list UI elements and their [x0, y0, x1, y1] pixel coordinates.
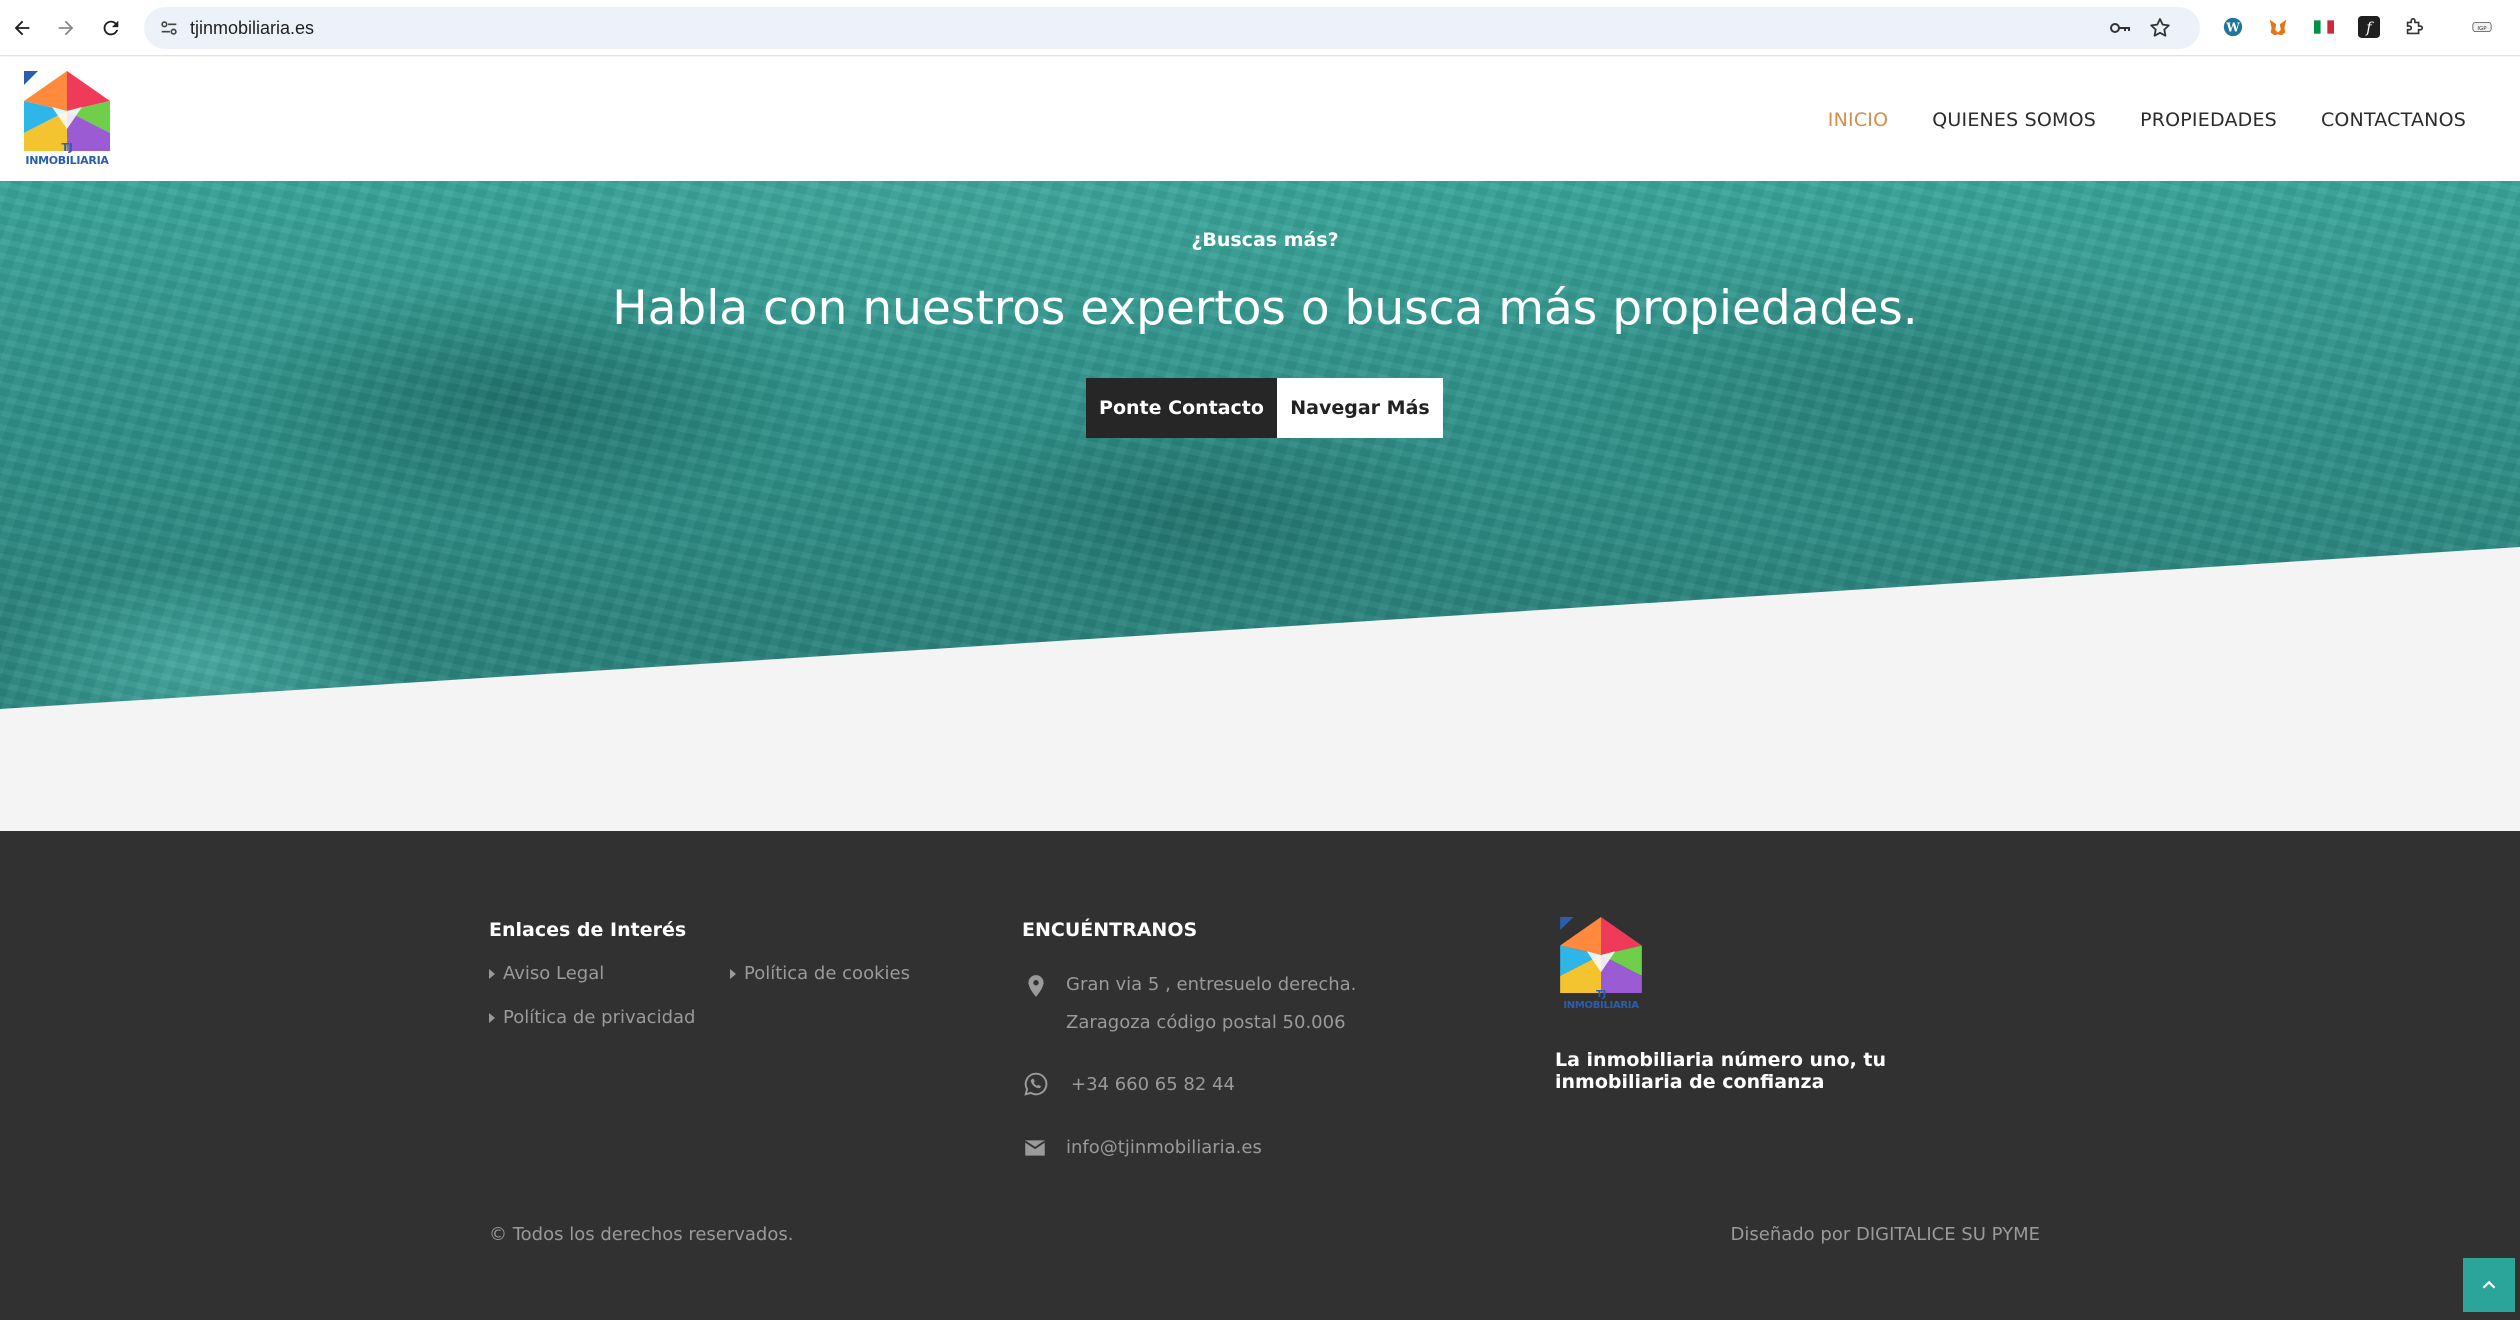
nav-contactanos[interactable]: CONTACTANOS [2321, 109, 2466, 131]
browser-toolbar: tjinmobiliaria.es W f IGP [0, 0, 2520, 56]
map-pin-icon [1028, 975, 1044, 997]
footer-tagline: La inmobiliaria número uno, tu inmobilia… [1555, 1049, 1887, 1093]
logo-text: TJ INMOBILIARIA [25, 141, 109, 167]
extensions-puzzle-icon[interactable] [2401, 14, 2427, 40]
link-label: Política de cookies [744, 963, 910, 984]
links-heading: Enlaces de Interés [489, 919, 687, 941]
hero-texture [0, 181, 2520, 709]
main-navigation: INICIO QUIENES SOMOS PROPIEDADES CONTACT… [1828, 109, 2466, 131]
forward-arrow-icon[interactable] [50, 12, 82, 44]
caret-right-icon [489, 968, 495, 979]
profile-avatar-icon[interactable]: IGP [2469, 14, 2495, 40]
metamask-extension-icon[interactable] [2265, 14, 2291, 40]
link-label: Política de privacidad [503, 1007, 696, 1028]
address-line-2: Zaragoza código postal 50.006 [1066, 1012, 1346, 1033]
designer-credit[interactable]: Diseñado por DIGITALICE SU PYME [1731, 1224, 2041, 1245]
phone-number[interactable]: +34 660 65 82 44 [1071, 1066, 1235, 1104]
link-politica-privacidad[interactable]: Política de privacidad [489, 1007, 695, 1028]
hero-section: ¿Buscas más? Habla con nuestros expertos… [0, 181, 2520, 831]
back-to-top-button[interactable] [2463, 1258, 2515, 1312]
link-label: Aviso Legal [503, 963, 605, 984]
hero-buttons: Ponte Contacto Navegar Más [1086, 378, 1443, 438]
nav-propiedades[interactable]: PROPIEDADES [2140, 109, 2277, 131]
nav-quienes-somos[interactable]: QUIENES SOMOS [1932, 109, 2096, 131]
chevron-up-icon [2482, 1280, 2496, 1289]
italy-flag-extension-icon[interactable] [2311, 14, 2337, 40]
password-key-icon[interactable] [2108, 16, 2132, 40]
nav-inicio[interactable]: INICIO [1828, 109, 1888, 131]
contact-heading: ENCUÉNTRANOS [1022, 919, 1198, 941]
back-arrow-icon[interactable] [6, 12, 38, 44]
envelope-icon [1024, 1140, 1046, 1156]
house-logo-icon [24, 71, 110, 151]
link-politica-cookies[interactable]: Política de cookies [730, 963, 910, 984]
house-logo-icon [1560, 917, 1642, 993]
caret-right-icon [489, 1012, 495, 1023]
reload-icon[interactable] [95, 12, 127, 44]
wordpress-extension-icon[interactable]: W [2220, 14, 2246, 40]
svg-text:W: W [2225, 21, 2240, 35]
address-bar[interactable]: tjinmobiliaria.es [144, 7, 2200, 49]
fontface-extension-icon[interactable]: f [2356, 14, 2382, 40]
site-settings-icon[interactable] [158, 17, 180, 39]
caret-right-icon [730, 968, 736, 979]
contact-button[interactable]: Ponte Contacto [1086, 378, 1277, 438]
site-header: TJ INMOBILIARIA INICIO QUIENES SOMOS PRO… [0, 57, 2520, 181]
site-logo[interactable]: TJ INMOBILIARIA [24, 71, 110, 167]
whatsapp-icon [1024, 1072, 1048, 1096]
bookmark-star-icon[interactable] [2148, 16, 2172, 40]
address-line-1: Gran via 5 , entresuelo derecha. [1066, 974, 1357, 995]
hero-title: Habla con nuestros expertos o busca más … [612, 281, 1918, 336]
link-aviso-legal[interactable]: Aviso Legal [489, 963, 604, 984]
footer-logo-text: TJ INMOBILIARIA [1563, 989, 1639, 1011]
hero-eyebrow: ¿Buscas más? [1191, 229, 1339, 251]
footer-logo: TJ INMOBILIARIA [1560, 917, 1642, 1011]
site-footer: Enlaces de Interés Aviso Legal Política … [0, 831, 2520, 1320]
browse-more-button[interactable]: Navegar Más [1277, 378, 1443, 438]
email-address[interactable]: info@tjinmobiliaria.es [1066, 1129, 1262, 1167]
copyright-text: © Todos los derechos reservados. [489, 1224, 794, 1245]
url-text[interactable]: tjinmobiliaria.es [190, 18, 314, 38]
svg-text:IGP: IGP [2477, 26, 2487, 32]
